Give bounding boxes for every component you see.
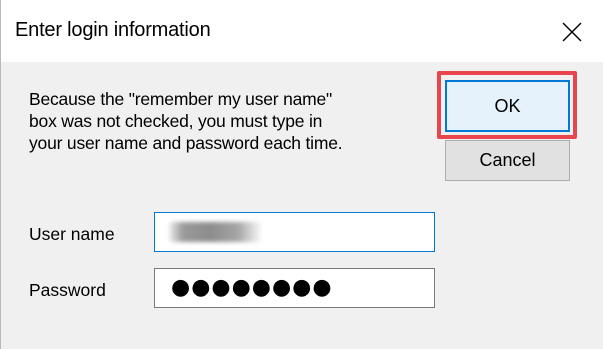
ok-button[interactable]: OK xyxy=(445,80,570,132)
redacted-username xyxy=(169,222,261,242)
password-mask: ●●●●●●●● xyxy=(171,275,333,300)
close-button[interactable] xyxy=(541,0,603,62)
close-icon xyxy=(562,22,582,42)
dialog-title: Enter login information xyxy=(15,19,211,41)
title-bar[interactable]: Enter login information xyxy=(1,0,603,62)
password-label: Password xyxy=(29,280,106,300)
password-input[interactable]: ●●●●●●●● xyxy=(154,268,435,308)
username-input[interactable] xyxy=(154,212,435,252)
login-dialog: Enter login information Because the "rem… xyxy=(0,0,603,349)
cancel-button[interactable]: Cancel xyxy=(445,140,570,181)
info-message: Because the "remember my user name" box … xyxy=(29,89,343,153)
username-label: User name xyxy=(29,224,115,244)
